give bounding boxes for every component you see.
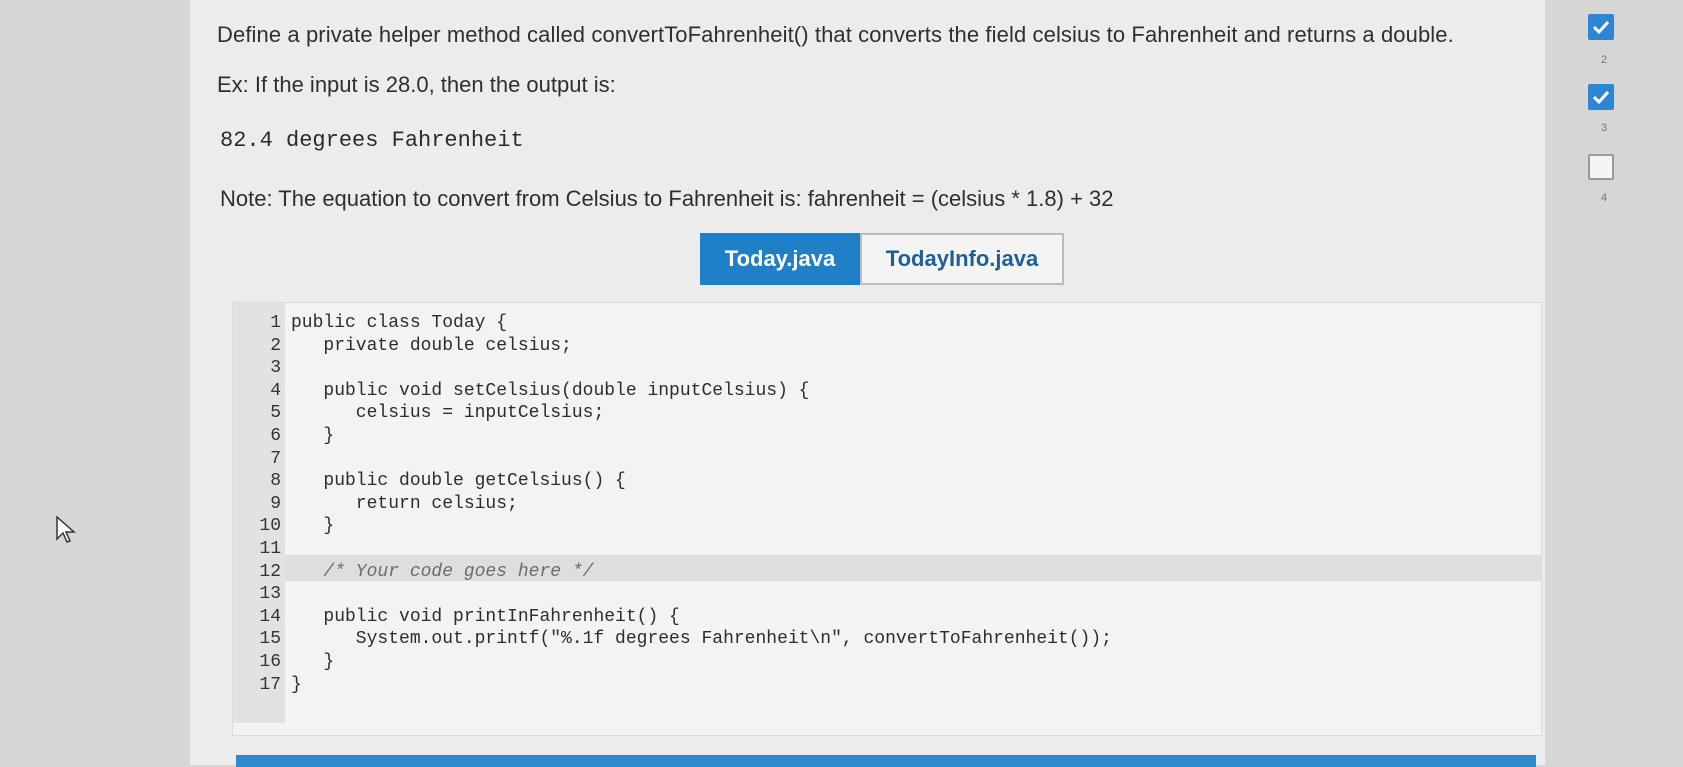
mouse-pointer-icon: [55, 515, 77, 550]
line-number: 12: [259, 561, 281, 582]
tab-today-java[interactable]: Today.java: [700, 233, 860, 285]
line-number: 15: [259, 629, 281, 650]
code-text: private double celsius;: [291, 335, 572, 356]
checkmark-icon: [1592, 20, 1610, 34]
line-number: 4: [270, 380, 281, 401]
line-number: 3: [270, 358, 281, 379]
code-text: return celsius;: [291, 493, 518, 514]
tab-todayinfo-java[interactable]: TodayInfo.java: [860, 233, 1064, 285]
step-1-checkbox[interactable]: [1588, 14, 1614, 40]
code-text: }: [291, 652, 335, 672]
code-text: }: [291, 426, 335, 446]
line-number: 6: [270, 426, 281, 446]
line-number: 7: [270, 448, 281, 469]
step-3-checkbox[interactable]: [1588, 154, 1614, 180]
code-text: public void setCelsius(double inputCelsi…: [291, 380, 810, 401]
instruction-text: Define a private helper method called co…: [217, 22, 1454, 47]
step-label: 2: [1600, 54, 1608, 66]
code-editor[interactable]: 1 public class Today { 2 private double ce…: [232, 302, 1542, 736]
line-number: 11: [259, 539, 281, 559]
submit-bar[interactable]: [236, 755, 1536, 767]
line-number: 5: [270, 403, 281, 424]
code-text: public double getCelsius() {: [291, 471, 626, 492]
step-2-checkbox[interactable]: [1588, 84, 1614, 110]
line-number: 2: [270, 335, 281, 356]
note-text: Note: The equation to convert from Celsi…: [220, 186, 1114, 211]
code-text: }: [291, 674, 302, 695]
line-number: 16: [259, 652, 281, 672]
code-text: /* Your code goes here */: [291, 561, 594, 582]
line-number: 1: [270, 313, 281, 333]
expected-output: 82.4 degrees Fahrenheit: [220, 128, 524, 153]
code-text: System.out.printf("%.1f degrees Fahrenhe…: [291, 629, 1112, 650]
code-text: public class Today {: [291, 313, 508, 333]
file-tabs: Today.java TodayInfo.java: [700, 233, 1064, 285]
line-number: 13: [259, 584, 281, 605]
line-number: 14: [259, 606, 281, 627]
line-number: 8: [270, 471, 281, 492]
example-text: Ex: If the input is 28.0, then the outpu…: [217, 72, 616, 97]
line-number: 17: [259, 674, 281, 695]
checkmark-icon: [1592, 90, 1610, 104]
line-number: 10: [259, 516, 281, 537]
code-text: public void printInFahrenheit() {: [291, 606, 680, 627]
step-label: 3: [1600, 122, 1608, 134]
code-text: celsius = inputCelsius;: [291, 403, 605, 424]
code-text: }: [291, 516, 335, 537]
step-label: 4: [1600, 192, 1608, 204]
line-number: 9: [270, 493, 281, 514]
